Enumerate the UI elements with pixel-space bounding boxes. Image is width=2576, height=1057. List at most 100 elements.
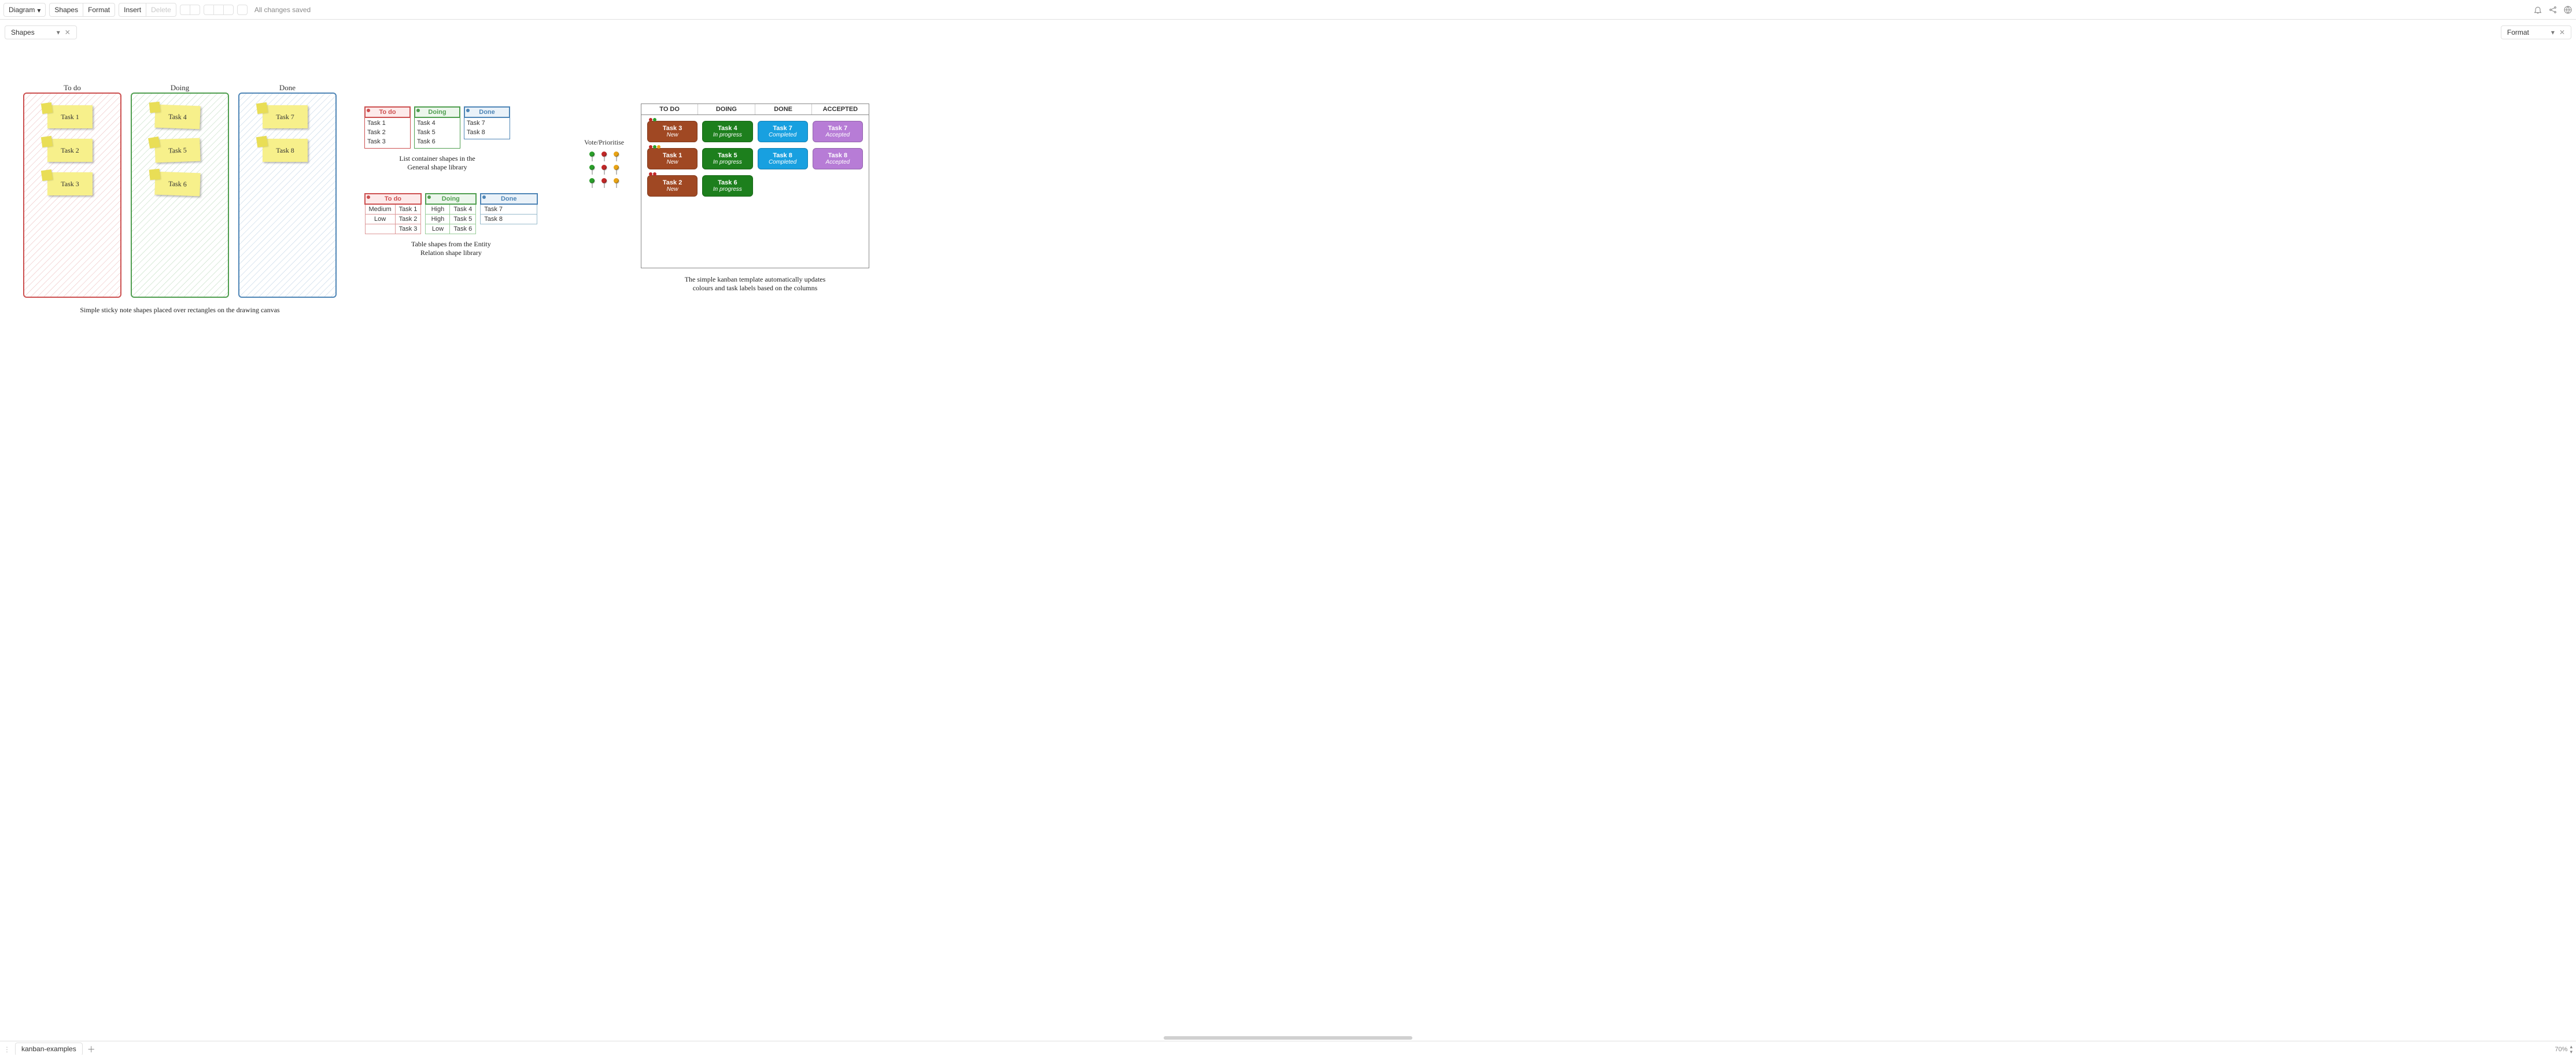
pin-icon[interactable] [614, 178, 619, 183]
view-group [204, 5, 234, 15]
list-kanban: To doTask 1Task 2Task 3DoingTask 4Task 5… [364, 106, 510, 172]
zoom-out-icon[interactable] [224, 5, 233, 14]
shapes-format-group: Shapes Format [49, 3, 115, 17]
shapes-button[interactable]: Shapes [50, 3, 83, 16]
list-body: Task 4Task 5Task 6 [414, 118, 460, 149]
list-column[interactable]: DoneTask 7Task 8 [464, 106, 510, 149]
table-kanban: To doMediumTask 1LowTask 2Task 3DoingHig… [364, 193, 538, 257]
kanban-card[interactable]: Task 3New [647, 121, 697, 142]
drawing-canvas[interactable]: To doTask 1Task 2Task 3DoingTask 4Task 5… [0, 20, 2576, 1041]
kanban-card[interactable]: Task 1New [647, 148, 697, 169]
undo-icon[interactable] [180, 5, 190, 14]
sketch-caption: Simple sticky note shapes placed over re… [23, 306, 337, 315]
table-row[interactable]: LowTask 2 [365, 215, 421, 224]
sketch-kanban: To doTask 1Task 2Task 3DoingTask 4Task 5… [23, 83, 337, 315]
pin-icon[interactable] [601, 151, 607, 157]
kanban-card[interactable]: Task 5In progress [702, 148, 752, 169]
kanban-card[interactable]: Task 6In progress [702, 175, 752, 197]
undo-redo-group [180, 5, 200, 15]
insert-button[interactable]: Insert [119, 3, 146, 16]
list-column[interactable]: To doTask 1Task 2Task 3 [364, 106, 411, 149]
sticky-note[interactable]: Task 2 [47, 139, 93, 162]
table-column[interactable]: DoingHighTask 4HighTask 5LowTask 6 [425, 193, 477, 234]
sticky-note[interactable]: Task 1 [47, 105, 93, 128]
kanban-header: TO DO [641, 104, 698, 114]
kanban-card[interactable]: Task 8Completed [758, 148, 808, 169]
page-tab[interactable]: kanban-examples [15, 1043, 83, 1056]
globe-icon[interactable] [2563, 5, 2573, 14]
kanban-card[interactable]: Task 7Completed [758, 121, 808, 142]
table-caption: Table shapes from the Entity Relation sh… [364, 240, 538, 257]
delete-button: Delete [146, 3, 176, 16]
table-row[interactable]: LowTask 6 [426, 224, 476, 234]
sticky-note[interactable]: Task 5 [154, 138, 200, 163]
pin-row [589, 151, 619, 157]
chevron-down-icon: ▾ [37, 6, 40, 14]
bell-icon[interactable] [2533, 5, 2542, 14]
table-column[interactable]: DoneTask 7Task 8 [480, 193, 538, 234]
sticky-note[interactable]: Task 4 [154, 105, 200, 130]
horizontal-scrollbar[interactable] [1164, 1036, 1412, 1040]
list-column[interactable]: DoingTask 4Task 5Task 6 [414, 106, 460, 149]
table-column[interactable]: To doMediumTask 1LowTask 2Task 3 [364, 193, 422, 234]
pin-icon[interactable] [589, 178, 595, 183]
list-item[interactable]: Task 4 [417, 119, 457, 128]
list-header: To do [364, 106, 411, 118]
dark-mode-icon[interactable] [238, 5, 247, 14]
sticky-note[interactable]: Task 7 [263, 105, 308, 128]
table-row[interactable]: MediumTask 1 [365, 204, 421, 215]
list-item[interactable]: Task 1 [367, 119, 408, 128]
sticky-note[interactable]: Task 3 [47, 172, 93, 195]
kanban-card[interactable]: Task 8Accepted [813, 148, 863, 169]
list-item[interactable]: Task 2 [367, 128, 408, 138]
pin-icon[interactable] [589, 151, 595, 157]
add-page-icon[interactable]: ＋ [87, 1044, 95, 1055]
table-row[interactable]: HighTask 5 [426, 215, 476, 224]
list-item[interactable]: Task 8 [467, 128, 507, 138]
diagram-menu[interactable]: Diagram ▾ [3, 3, 46, 17]
format-button[interactable]: Format [83, 3, 115, 16]
pin-icon[interactable] [601, 178, 607, 183]
list-header: Done [464, 106, 510, 118]
sketch-column[interactable]: Task 4 Task 5 Task 6 [131, 93, 229, 298]
sticky-note[interactable]: Task 6 [154, 172, 200, 197]
kanban-header: DOING [698, 104, 755, 114]
pin-icon[interactable] [589, 165, 595, 170]
table-row[interactable]: Task 8 [481, 215, 537, 224]
drag-handle-icon[interactable]: ⋮ [3, 1045, 10, 1054]
theme-group[interactable] [237, 5, 248, 15]
pin-icon[interactable] [614, 151, 619, 157]
chevron-up-down-icon[interactable]: ▴▾ [2570, 1044, 2573, 1055]
sticky-note[interactable]: Task 8 [263, 139, 308, 162]
table-row[interactable]: HighTask 4 [426, 204, 476, 215]
pin-row [589, 178, 619, 183]
table-header: To do [365, 194, 421, 204]
pin-icon[interactable] [601, 165, 607, 170]
list-item[interactable]: Task 5 [417, 128, 457, 138]
priority-dot-icon [653, 145, 656, 149]
list-caption: List container shapes in the General sha… [364, 154, 510, 172]
zoom-in-icon[interactable] [214, 5, 223, 14]
zoom-level[interactable]: 70% [2555, 1046, 2567, 1053]
priority-dot-icon [657, 145, 660, 149]
list-item[interactable]: Task 6 [417, 138, 457, 147]
kanban-card[interactable]: Task 7Accepted [813, 121, 863, 142]
kanban-caption: The simple kanban template automatically… [641, 275, 869, 293]
sketch-column[interactable]: Task 1 Task 2 Task 3 [23, 93, 121, 298]
redo-icon [190, 5, 200, 14]
list-body: Task 1Task 2Task 3 [364, 118, 411, 149]
table-row[interactable]: Task 3 [365, 224, 421, 234]
fullscreen-icon[interactable] [204, 5, 213, 14]
kanban-template: TO DODOINGDONEACCEPTED Task 3NewTask 4In… [641, 104, 869, 293]
table-row[interactable]: Task 7 [481, 204, 537, 215]
pin-icon[interactable] [614, 165, 619, 170]
table-header: Doing [426, 194, 476, 204]
list-item[interactable]: Task 3 [367, 138, 408, 147]
kanban-card[interactable]: Task 2New [647, 175, 697, 197]
sketch-column[interactable]: Task 7 Task 8 [238, 93, 337, 298]
list-item[interactable]: Task 7 [467, 119, 507, 128]
kanban-card[interactable]: Task 4In progress [702, 121, 752, 142]
share-icon[interactable] [2548, 5, 2557, 14]
pin-row [589, 165, 619, 170]
kanban-header: DONE [755, 104, 812, 114]
